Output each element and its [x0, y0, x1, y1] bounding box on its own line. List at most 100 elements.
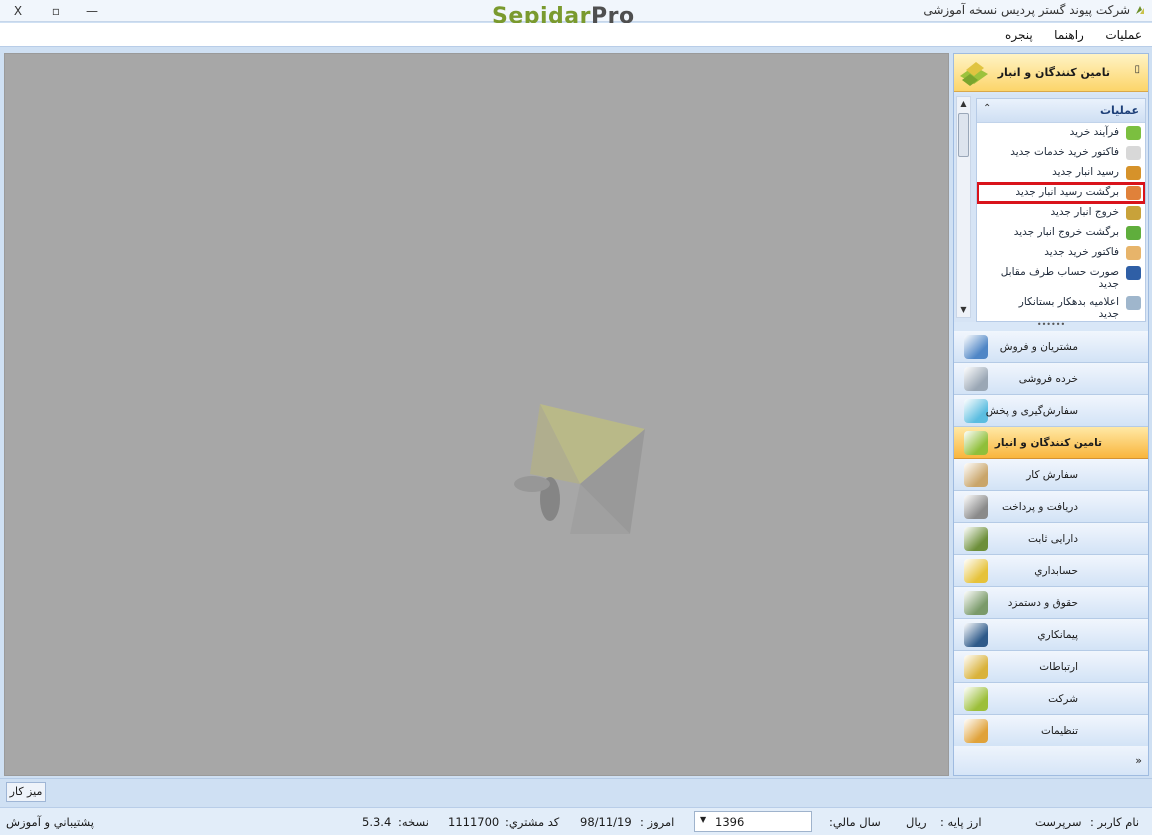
fixed-assets-icon [964, 527, 988, 551]
menu-operations[interactable]: عملیات [1105, 23, 1142, 47]
version-label: نسخه: [398, 815, 429, 829]
warehouse-exit-icon [1126, 206, 1141, 220]
menu-window[interactable]: پنجره [1005, 23, 1033, 47]
sepidar-watermark-logo [514, 404, 645, 534]
operation-item-label: صورت حساب طرف مقابل جدید [1000, 266, 1119, 290]
module-button[interactable]: تنظیمات [954, 715, 1148, 747]
pin-icon[interactable]: ▯ [1130, 64, 1140, 78]
scroll-thumb[interactable] [958, 113, 969, 157]
operation-item[interactable]: برگشت رسید انبار جدید [977, 182, 1145, 204]
module-button[interactable]: ارتباطات [954, 651, 1148, 683]
operation-item[interactable]: فرآیند خرید [977, 123, 1145, 143]
status-bar: پشتيباني و آموزش 5.3.4 نسخه: 1111700 کد … [0, 807, 1152, 835]
fiscal-year-select[interactable]: ▼ 1396 [694, 811, 812, 832]
module-button-label: سفارش کار [1026, 469, 1078, 481]
minimize-window-button[interactable]: — [82, 3, 102, 19]
module-button[interactable]: سفارش‌گیری و پخش [954, 395, 1148, 427]
currency-value: ريال [906, 815, 927, 829]
operation-item[interactable]: فاکتور خرید خدمات جدید [977, 143, 1145, 163]
module-button-label: تنظیمات [1040, 725, 1078, 737]
version-value: 5.3.4 [362, 815, 392, 829]
receive-pay-icon [964, 495, 988, 519]
menu-help[interactable]: راهنما [1054, 23, 1084, 47]
settings-gear-icon [964, 719, 988, 743]
module-button-label: ارتباطات [1039, 661, 1078, 673]
operations-header[interactable]: عملیات ⌃ [977, 99, 1145, 123]
module-button[interactable]: پیمانکاري [954, 619, 1148, 651]
module-button[interactable]: حقوق و دستمزد [954, 587, 1148, 619]
title-bar: X ▫ — SepidarPro شرکت پیوند گستر پردیس ن… [0, 0, 1152, 29]
operation-item[interactable]: برگشت خروج انبار جدید [977, 223, 1145, 243]
contracting-icon [964, 623, 988, 647]
module-button[interactable]: دارایی ثابت [954, 523, 1148, 555]
module-button[interactable]: شرکت [954, 683, 1148, 715]
operation-item-label: اعلامیه بدهکار بستانکار جدید [1018, 296, 1119, 320]
customer-code-label: کد مشتري: [505, 815, 560, 829]
company-icon [964, 687, 988, 711]
module-button-label: حسابداري [1034, 565, 1078, 577]
receipt-return-icon [1126, 186, 1141, 200]
statement-icon [1126, 266, 1141, 280]
order-distribution-icon [964, 399, 988, 423]
operation-item[interactable]: صورت حساب طرف مقابل جدید [977, 263, 1145, 293]
accounting-icon [964, 559, 988, 583]
payroll-icon [964, 591, 988, 615]
module-button-label: خرده فروشی [1018, 373, 1078, 385]
suppliers-warehouse-icon [960, 62, 988, 86]
workspace-area [4, 53, 949, 776]
navigation-pane: ▯ تامین کنندگان و انبار ▲ ▼ عملیات ⌃ فرآ… [953, 53, 1149, 776]
operation-item[interactable]: فاکتور خرید جدید [977, 243, 1145, 263]
module-button-label: دارایی ثابت [1028, 533, 1078, 545]
nav-footer: » [954, 746, 1148, 775]
today-value: 98/11/19 [580, 815, 632, 829]
purchase-invoice-icon [1126, 246, 1141, 260]
module-button-label: تامین کنندگان و انبار [994, 437, 1102, 449]
more-options-chevron-icon[interactable]: » [1135, 754, 1142, 767]
operations-panel: عملیات ⌃ فرآیند خرید فاکتور خرید خدمات جد… [976, 98, 1146, 322]
operations-list: فرآیند خرید فاکتور خرید خدمات جدید رسید ان… [977, 123, 1145, 321]
currency-label: ارز پايه : [940, 815, 982, 829]
operation-item[interactable]: اعلامیه بدهکار بستانکار جدید [977, 293, 1145, 321]
process-icon [1126, 126, 1141, 140]
module-button[interactable]: حسابداري [954, 555, 1148, 587]
operation-item-label: فاکتور خرید خدمات جدید [1010, 146, 1119, 158]
module-button-label: شرکت [1048, 693, 1078, 705]
retail-cart-icon [964, 367, 988, 391]
support-link[interactable]: پشتيباني و آموزش [6, 815, 94, 829]
module-nav-list: مشتریان و فروش خرده فروشی سفارش‌گیری و پخش… [954, 331, 1148, 747]
fiscal-year-label: سال مالي: [829, 815, 881, 829]
desktop-tab-strip: میز کار [0, 778, 1152, 806]
operation-item[interactable]: رسید انبار جدید [977, 163, 1145, 183]
chevron-down-icon: ▼ [700, 815, 707, 824]
app-small-icon [1136, 6, 1144, 14]
module-button[interactable]: دریافت و پرداخت [954, 491, 1148, 523]
fiscal-year-value: 1396 [715, 815, 745, 829]
module-button-label: حقوق و دستمزد [1007, 597, 1078, 609]
user-value: سرپرست [1035, 815, 1082, 829]
debit-credit-icon [1126, 296, 1141, 310]
pane-header-title: تامین کنندگان و انبار [997, 66, 1110, 79]
scroll-up-arrow-icon[interactable]: ▲ [957, 97, 970, 111]
operation-item[interactable]: خروج انبار جدید [977, 203, 1145, 223]
exit-return-icon [1126, 226, 1141, 240]
module-button[interactable]: تامین کنندگان و انبار [954, 427, 1148, 459]
module-button-label: مشتریان و فروش [999, 341, 1078, 353]
operation-item-label: برگشت رسید انبار جدید [1015, 186, 1119, 198]
module-button-label: سفارش‌گیری و پخش [985, 405, 1078, 417]
module-button[interactable]: سفارش کار [954, 459, 1148, 491]
collapse-up-icon[interactable]: ⌃ [983, 103, 991, 114]
restore-window-button[interactable]: ▫ [46, 3, 66, 19]
module-button[interactable]: مشتریان و فروش [954, 331, 1148, 363]
desktop-tab[interactable]: میز کار [6, 782, 46, 802]
customers-sales-icon [964, 335, 988, 359]
pane-splitter[interactable]: •••••• [954, 321, 1148, 330]
work-order-icon [964, 463, 988, 487]
tasks-scrollbar[interactable]: ▲ ▼ [956, 96, 971, 318]
module-button[interactable]: خرده فروشی [954, 363, 1148, 395]
operation-item-label: فاکتور خرید جدید [1044, 246, 1119, 258]
operation-item-label: رسید انبار جدید [1052, 166, 1119, 178]
user-label: نام کاربر : [1090, 815, 1140, 829]
scroll-down-arrow-icon[interactable]: ▼ [957, 303, 970, 317]
communications-icon [964, 655, 988, 679]
close-window-button[interactable]: X [8, 3, 28, 19]
